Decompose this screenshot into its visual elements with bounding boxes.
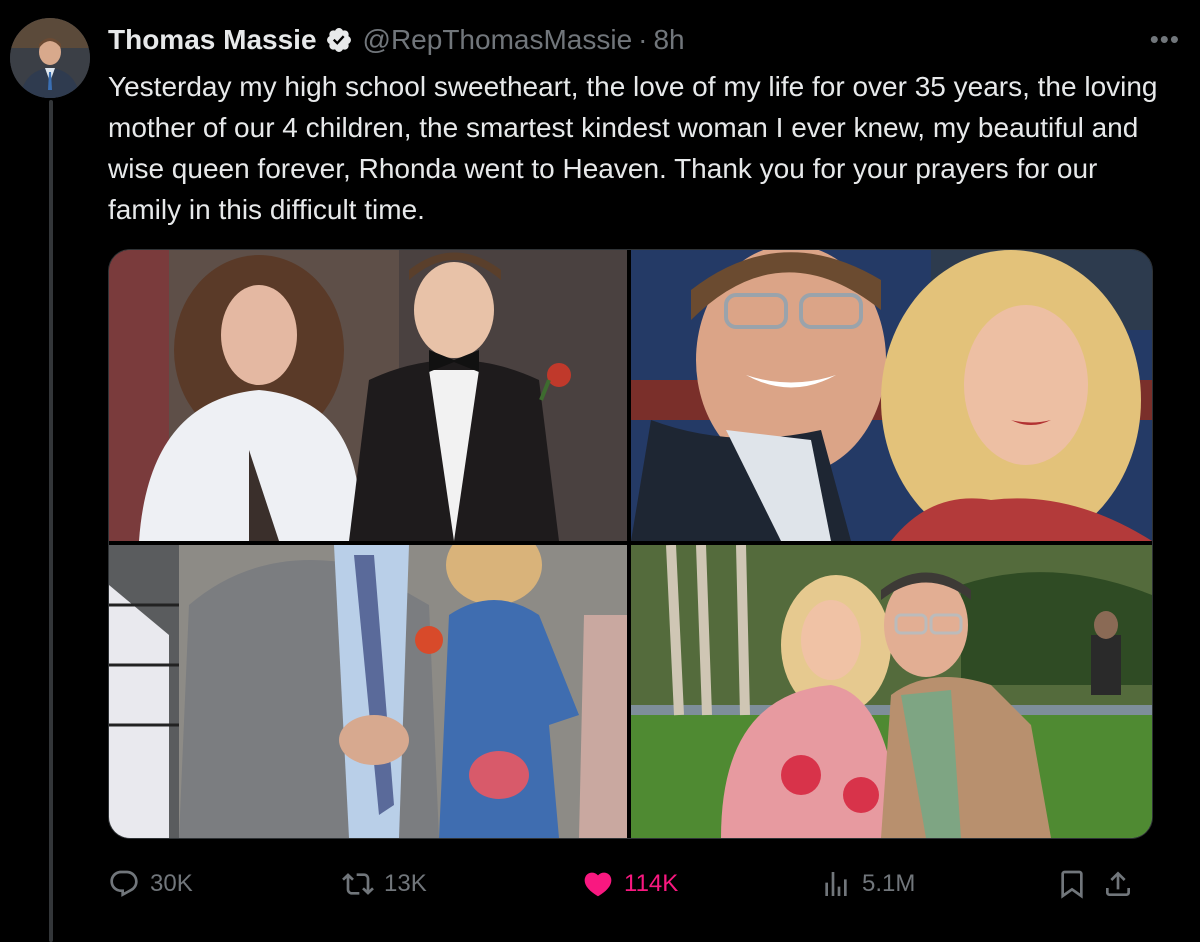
tweet-actions: 30K 13K 114K 5.1M <box>108 862 1158 906</box>
reply-bubble-icon <box>108 868 140 900</box>
reply-button[interactable]: 30K <box>108 862 193 906</box>
verified-badge-icon <box>325 26 353 54</box>
photo-prom[interactable] <box>109 250 627 541</box>
photo-wedding-couple[interactable] <box>109 545 627 838</box>
reply-count: 30K <box>150 870 193 897</box>
media-grid <box>108 249 1153 839</box>
views-count: 5.1M <box>862 870 916 897</box>
photo-garden-couple[interactable] <box>631 545 1152 838</box>
heart-filled-icon <box>582 868 614 900</box>
author-avatar[interactable] <box>10 18 90 98</box>
bookmark-icon <box>1056 868 1088 900</box>
photo-selfie[interactable] <box>631 250 1152 541</box>
bookmark-button[interactable] <box>1056 862 1088 906</box>
repost-button[interactable]: 13K <box>342 862 427 906</box>
author-handle[interactable]: @RepThomasMassie <box>363 24 633 56</box>
repost-count: 13K <box>384 870 427 897</box>
more-horizontal-icon[interactable]: ••• <box>1150 24 1180 55</box>
views-button[interactable]: 5.1M <box>820 862 915 906</box>
separator-dot: · <box>638 24 648 55</box>
tweet-header: Thomas Massie @RepThomasMassie · 8h ••• <box>108 22 1180 58</box>
share-button[interactable] <box>1102 862 1134 906</box>
thread-line <box>49 100 53 942</box>
share-icon <box>1102 868 1134 900</box>
tweet-text: Yesterday my high school sweetheart, the… <box>108 71 1158 225</box>
like-count: 114K <box>624 870 679 897</box>
like-button[interactable]: 114K <box>582 862 678 906</box>
tweet-timestamp[interactable]: 8h <box>653 24 684 56</box>
author-name[interactable]: Thomas Massie <box>108 24 317 56</box>
repost-icon <box>342 868 374 900</box>
avatar-image <box>10 18 90 98</box>
views-bar-icon <box>820 868 852 900</box>
